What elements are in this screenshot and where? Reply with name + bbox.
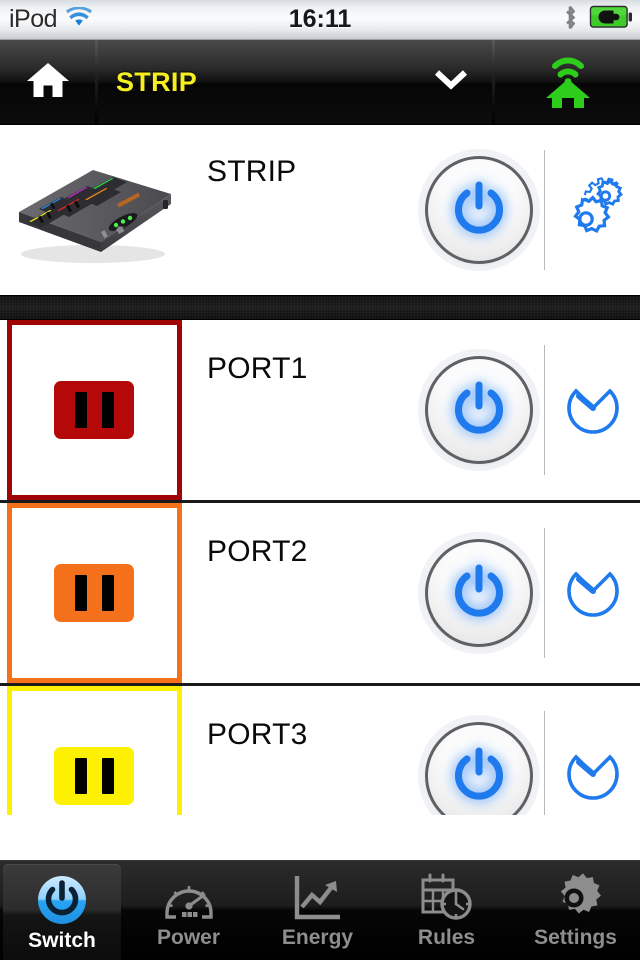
- device-label: STRIP: [207, 155, 297, 188]
- tab-label: Power: [156, 926, 221, 949]
- tab-rules[interactable]: Rules: [382, 861, 511, 960]
- timer-icon[interactable]: [562, 377, 624, 444]
- nav-bar: STRIP: [0, 40, 640, 125]
- nav-home-button[interactable]: [0, 40, 95, 124]
- tab-settings[interactable]: Settings: [511, 861, 640, 960]
- outlet-slot-left: [74, 758, 87, 794]
- calendar-clock-icon: [420, 871, 474, 923]
- power-strip-photo: [5, 150, 180, 270]
- chevron-down-icon: [434, 69, 468, 96]
- timer-action-cell[interactable]: [545, 377, 640, 444]
- wifi-home-icon: [537, 50, 599, 115]
- list-item[interactable]: STRIP: [0, 125, 640, 295]
- outlet-icon: [54, 747, 134, 805]
- tab-label: Switch: [28, 929, 96, 952]
- status-bar: iPod 16:11: [0, 0, 640, 40]
- bluetooth-icon: [562, 5, 578, 35]
- tab-label: Settings: [534, 926, 617, 949]
- port-thumbnail-cell[interactable]: [0, 320, 185, 500]
- outlet-slot-left: [74, 392, 87, 428]
- outlet-frame: [6, 320, 182, 500]
- outlet-frame: [6, 686, 182, 815]
- outlet-icon: [54, 381, 134, 439]
- power-toggle-cell[interactable]: [414, 356, 544, 464]
- device-label: PORT1: [207, 352, 308, 385]
- tab-energy[interactable]: Energy: [253, 861, 382, 960]
- power-toggle-cell[interactable]: [414, 539, 544, 647]
- outlet-slot-right: [101, 575, 114, 611]
- status-bar-right: [562, 0, 633, 39]
- power-button[interactable]: [425, 356, 533, 464]
- status-bar-clock: 16:11: [288, 5, 352, 33]
- power-button[interactable]: [425, 156, 533, 264]
- connection-status-button[interactable]: [495, 40, 640, 124]
- battery-charging-icon: [589, 5, 633, 34]
- power-toggle-cell[interactable]: [414, 156, 544, 264]
- device-label: PORT3: [207, 718, 308, 751]
- power-symbol-icon: [450, 745, 508, 808]
- power-symbol-icon: [450, 179, 508, 242]
- outlet-slot-right: [101, 392, 114, 428]
- strip-thumbnail-cell: [0, 125, 185, 295]
- outlet-slot-left: [74, 575, 87, 611]
- gears-icon[interactable]: [560, 176, 626, 244]
- tab-switch[interactable]: Switch: [3, 864, 121, 960]
- settings-action-cell[interactable]: [545, 176, 640, 244]
- section-separator: [0, 295, 640, 320]
- outlet-icon: [54, 564, 134, 622]
- power-symbol-icon: [450, 562, 508, 625]
- gauge-icon: [163, 871, 215, 923]
- tab-bar: Switch Power Energy Rules Settings: [0, 860, 640, 960]
- outlet-slot-right: [101, 758, 114, 794]
- timer-icon[interactable]: [562, 560, 624, 627]
- tab-power[interactable]: Power: [124, 861, 253, 960]
- app-screen: iPod 16:11 STRIP STRIP PORT1 PORT2 PORT3…: [0, 0, 640, 960]
- timer-action-cell[interactable]: [545, 560, 640, 627]
- device-selector[interactable]: STRIP: [98, 40, 492, 124]
- tab-label: Rules: [417, 926, 476, 949]
- gear-icon: [550, 871, 602, 923]
- device-label: PORT2: [207, 535, 308, 568]
- port-thumbnail-cell[interactable]: [0, 686, 185, 815]
- power-circle-icon: [36, 874, 88, 926]
- outlet-frame: [6, 503, 182, 683]
- timer-icon[interactable]: [562, 743, 624, 810]
- tab-label: Energy: [281, 926, 354, 949]
- power-button[interactable]: [425, 539, 533, 647]
- line-chart-icon: [292, 871, 344, 923]
- device-list[interactable]: STRIP PORT1 PORT2 PORT3: [0, 125, 640, 815]
- list-item[interactable]: PORT1: [0, 320, 640, 500]
- port-thumbnail-cell[interactable]: [0, 503, 185, 683]
- device-name-label: STRIP: [116, 66, 198, 97]
- power-symbol-icon: [450, 379, 508, 442]
- list-item[interactable]: PORT3: [0, 686, 640, 815]
- list-item[interactable]: PORT2: [0, 503, 640, 683]
- home-icon: [25, 60, 71, 105]
- power-button[interactable]: [425, 722, 533, 815]
- timer-action-cell[interactable]: [545, 743, 640, 810]
- power-toggle-cell[interactable]: [414, 722, 544, 815]
